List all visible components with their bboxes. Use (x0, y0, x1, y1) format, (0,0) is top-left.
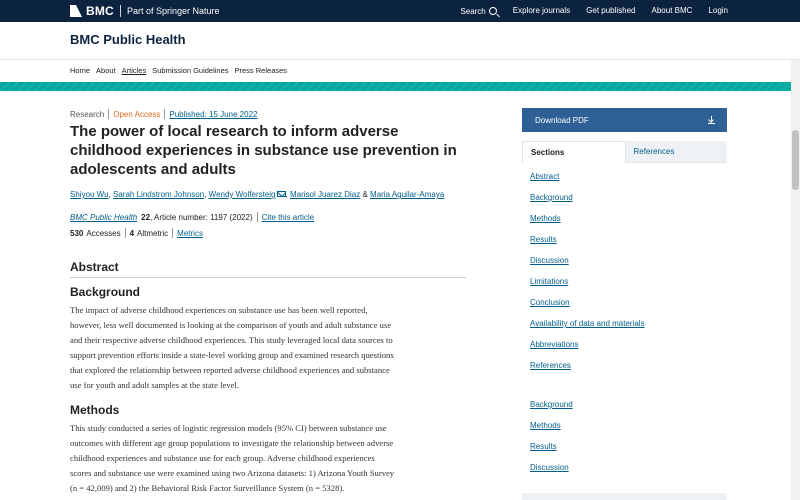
nav-articles[interactable]: Articles (122, 66, 147, 75)
author-separator: , (204, 190, 207, 199)
methods-heading: Methods (70, 403, 120, 417)
nav-home[interactable]: Home (70, 66, 90, 75)
altmetric-label: Altmetric (137, 228, 169, 238)
bmc-logo[interactable]: BMC Part of Springer Nature (70, 4, 219, 18)
author-link[interactable]: Shiyou Wu (70, 190, 109, 199)
cite-article-link[interactable]: Cite this article (262, 213, 314, 222)
author-link[interactable]: Maria Aguilar-Amaya (370, 190, 444, 199)
divider (172, 228, 174, 238)
about-bmc-link[interactable]: About BMC (652, 6, 693, 16)
text-line: support prevention efforts inside a stat… (70, 350, 394, 361)
section-link[interactable]: Abbreviations (530, 340, 578, 349)
divider (164, 109, 166, 119)
divider (256, 212, 258, 222)
methods-paragraph: This study conducted a series of logisti… (70, 421, 466, 496)
accesses-count: 530 (70, 228, 84, 238)
text-line: outcomes with different age group popula… (70, 438, 394, 449)
background-heading: Background (70, 285, 141, 299)
journal-title[interactable]: BMC Public Health (70, 32, 186, 47)
explore-journals-link[interactable]: Explore journals (513, 6, 570, 16)
author-list: Shiyou Wu, Sarah Lindstrom Johnson, Wend… (70, 190, 444, 199)
published-date-link[interactable]: Published: 15 June 2022 (169, 110, 257, 119)
search-label: Search (460, 7, 486, 16)
section-link[interactable]: Methods (530, 421, 561, 430)
login-link[interactable]: Login (708, 6, 728, 16)
background-paragraph: The impact of adverse childhood experien… (70, 303, 466, 394)
article-meta: Research Open Access Published: 15 June … (70, 109, 257, 119)
text-line: use for youth and adult samples at the s… (70, 380, 239, 391)
text-line: The impact of adverse childhood experien… (70, 305, 368, 315)
text-line: and their respective adverse childhood e… (70, 335, 393, 346)
accesses-label: Accesses (86, 228, 121, 238)
section-link[interactable]: Limitations (530, 277, 568, 286)
sidebar-tabs: Sections References (522, 141, 727, 163)
section-link[interactable]: Methods (530, 214, 561, 223)
journal-name-link[interactable]: BMC Public Health (70, 213, 137, 222)
article-title: The power of local research to inform ad… (70, 123, 457, 178)
nav-about[interactable]: About (96, 66, 116, 75)
author-ampersand: & (362, 190, 368, 199)
text-line: This study conducted a series of logisti… (70, 423, 387, 433)
scrollbar-thumb[interactable] (792, 130, 799, 190)
author-separator: , (108, 190, 111, 199)
text-line: (n = 42,009) and 2) the Behavioral Risk … (70, 483, 345, 494)
author-link[interactable]: Marisol Juarez Diaz (290, 190, 360, 199)
volume: 22 (141, 212, 151, 222)
altmetric-count: 4 (129, 228, 135, 238)
journal-nav: Home About Articles Submission Guideline… (0, 60, 800, 82)
sidebar-panel-edge (522, 493, 727, 500)
logo-divider (119, 5, 121, 17)
open-access-badge: Open Access (113, 109, 161, 119)
metrics-link[interactable]: Metrics (177, 229, 203, 238)
top-bar: BMC Part of Springer Nature Search Explo… (0, 0, 800, 22)
top-nav: Search Explore journals Get published Ab… (428, 6, 728, 16)
metrics-line: 530 Accesses 4 Altmetric Metrics (70, 228, 203, 238)
article-type: Research (70, 109, 105, 119)
author-link[interactable]: Wendy Wolfersteig (209, 190, 276, 199)
author-separator: , (285, 190, 288, 199)
section-link[interactable]: Abstract (530, 172, 559, 181)
search-link[interactable]: Search (444, 6, 497, 16)
search-icon (488, 7, 497, 15)
section-link[interactable]: Discussion (530, 463, 569, 472)
divider (108, 109, 110, 119)
abstract-rule (70, 277, 466, 278)
abstract-heading: Abstract (70, 260, 119, 274)
nav-press-releases[interactable]: Press Releases (235, 66, 288, 75)
author-link[interactable]: Sarah Lindstrom Johnson (113, 190, 204, 199)
download-icon (708, 116, 715, 124)
divider (124, 228, 126, 238)
text-line: childhood experiences and substance use … (70, 453, 375, 464)
download-pdf-label: Download PDF (535, 115, 589, 125)
accent-band (0, 82, 800, 91)
article-number: , Article number: 1197 (2022) (150, 212, 253, 222)
download-pdf-button[interactable]: Download PDF (522, 108, 727, 132)
email-icon[interactable] (276, 191, 286, 197)
section-link[interactable]: References (530, 361, 571, 370)
text-line: however, less well documented is looking… (70, 320, 392, 331)
tab-references[interactable]: References (625, 141, 727, 163)
get-published-link[interactable]: Get published (586, 6, 635, 16)
section-link[interactable]: Background (530, 193, 573, 202)
scrollbar[interactable] (791, 60, 800, 500)
citation-line: BMC Public Health 22 , Article number: 1… (70, 212, 314, 222)
bmc-logo-icon (70, 5, 82, 17)
section-link[interactable]: Discussion (530, 256, 569, 265)
brand-name: BMC (86, 4, 114, 18)
tab-sections[interactable]: Sections (522, 141, 626, 163)
section-link[interactable]: Background (530, 400, 573, 409)
text-line: that explored the relationship between r… (70, 365, 390, 376)
nav-submission-guidelines[interactable]: Submission Guidelines (152, 66, 228, 75)
section-link[interactable]: Results (530, 442, 557, 451)
section-link[interactable]: Conclusion (530, 298, 570, 307)
brand-tagline: Part of Springer Nature (126, 6, 220, 16)
section-link[interactable]: Availability of data and materials (530, 319, 645, 328)
section-link[interactable]: Results (530, 235, 557, 244)
text-line: scores and substance use were examined u… (70, 468, 395, 479)
journal-header: BMC Public Health (0, 22, 800, 60)
